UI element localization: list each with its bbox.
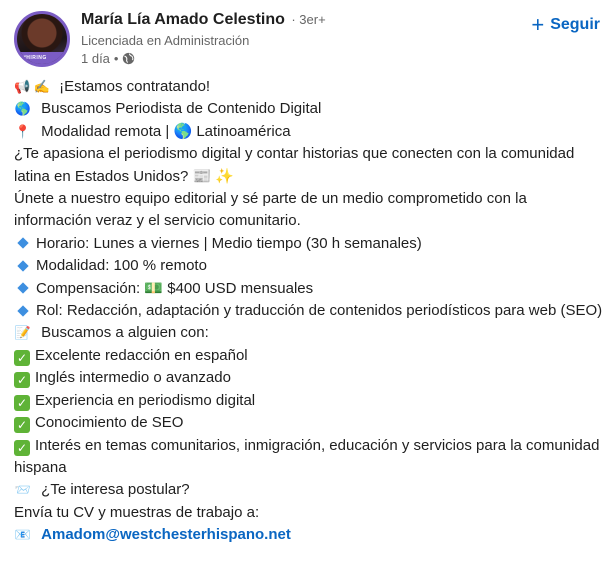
globe-icon bbox=[123, 52, 135, 65]
intro-paragraph-2: Únete a nuestro equipo editorial y sé pa… bbox=[14, 190, 527, 230]
plus-icon: + bbox=[531, 12, 545, 37]
requirement-item: ✓ Experiencia en periodismo digital bbox=[14, 390, 604, 412]
detail-text: Horario: Lunes a viernes | Medio tiempo … bbox=[36, 234, 422, 252]
detail-item: Compensación: 💵 $400 USD mensuales bbox=[14, 278, 604, 300]
connection-degree: · 3er+ bbox=[291, 12, 326, 27]
requirement-item: ✓ Excelente redacción en español bbox=[14, 345, 604, 367]
requirement-text: Excelente redacción en español bbox=[35, 346, 248, 364]
apply-question-line: 📨 ¿Te interesa postular? bbox=[14, 479, 604, 501]
checkmark-icon: ✓ bbox=[14, 417, 30, 434]
requirement-item: ✓ Conocimiento de SEO bbox=[14, 412, 604, 434]
meta-separator: • bbox=[113, 51, 119, 66]
author-name-row: María Lía Amado Celestino · 3er+ bbox=[81, 11, 326, 29]
post-line: 📢 ✍️ ¡Estamos contratando! bbox=[14, 76, 604, 98]
intro-paragraph: ¿Te apasiona el periodismo digital y con… bbox=[14, 145, 575, 185]
follow-label: Seguir bbox=[550, 16, 600, 33]
blue-diamond-icon bbox=[17, 237, 29, 250]
requirement-item: ✓ Interés en temas comunitarios, inmigrac… bbox=[14, 435, 604, 480]
requirement-text: Experiencia en periodismo digital bbox=[35, 391, 256, 409]
post-line-text: Modalidad remota | 🌎 Latinoamérica bbox=[41, 122, 291, 140]
blue-diamond-icon bbox=[17, 260, 29, 272]
email-icon: 📧 bbox=[14, 527, 32, 543]
follow-button[interactable]: + Seguir bbox=[531, 12, 600, 37]
email-line: 📧 Amadom@westchesterhispano.net bbox=[14, 524, 604, 546]
apply-question-text: ¿Te interesa postular? bbox=[41, 481, 190, 499]
detail-text: Rol: Redacción, adaptación y traducción … bbox=[36, 302, 603, 320]
post-line-text: Buscamos Periodista de Contenido Digital bbox=[41, 100, 322, 118]
requirement-item: ✓ Inglés intermedio o avanzado bbox=[14, 367, 604, 389]
blue-diamond-icon bbox=[17, 282, 29, 294]
looking-for-text: Buscamos a alguien con: bbox=[41, 324, 209, 342]
post-time: 1 día bbox=[81, 51, 110, 66]
checkmark-icon: ✓ bbox=[14, 349, 30, 366]
detail-item: Modalidad: 100 % remoto bbox=[14, 255, 604, 277]
pin-icon: 📍 bbox=[14, 123, 32, 139]
detail-item: Horario: Lunes a viernes | Medio tiempo … bbox=[14, 233, 604, 255]
detail-text: Compensación: 💵 $400 USD mensuales bbox=[36, 279, 314, 297]
looking-for-line: 📝 Buscamos a alguien con: bbox=[14, 322, 604, 344]
post-line-text: ¡Estamos contratando! bbox=[59, 78, 211, 95]
email-link[interactable]: Amadom@westchesterhispano.net bbox=[41, 526, 291, 543]
author-avatar[interactable]: #HIRING bbox=[14, 11, 70, 67]
send-cv-text: Envía tu CV y muestras de trabajo a: bbox=[14, 503, 260, 521]
memo-icon: 📝 bbox=[14, 325, 32, 341]
blue-diamond-icon bbox=[17, 304, 29, 317]
post-header: #HIRING María Lía Amado Celestino · 3er+… bbox=[0, 0, 612, 70]
checkmark-icon: ✓ bbox=[14, 439, 30, 456]
requirement-text: Interés en temas comunitarios, inmigraci… bbox=[14, 436, 600, 476]
post-meta: 1 día • bbox=[81, 51, 135, 66]
requirement-text: Conocimiento de SEO bbox=[35, 414, 184, 432]
checkmark-icon: ✓ bbox=[14, 372, 30, 389]
megaphone-icon: 📢 ✍️ bbox=[14, 79, 50, 94]
checkmark-icon: ✓ bbox=[14, 394, 30, 411]
post-line: 🌎 Buscamos Periodista de Contenido Digit… bbox=[14, 98, 604, 120]
post-line: 📍 Modalidad remota | 🌎 Latinoamérica bbox=[14, 121, 604, 143]
hiring-badge: #HIRING bbox=[17, 52, 67, 64]
detail-text: Modalidad: 100 % remoto bbox=[36, 257, 207, 275]
author-headline: Licenciada en Administración bbox=[81, 33, 250, 48]
globe-americas-icon: 🌎 bbox=[14, 101, 32, 117]
detail-item: Rol: Redacción, adaptación y traducción … bbox=[14, 300, 604, 322]
author-name[interactable]: María Lía Amado Celestino bbox=[81, 11, 285, 28]
envelope-icon: 📨 bbox=[14, 482, 32, 498]
requirement-text: Inglés intermedio o avanzado bbox=[35, 369, 231, 387]
post-body: 📢 ✍️ ¡Estamos contratando! 🌎 Buscamos Pe… bbox=[14, 76, 604, 547]
